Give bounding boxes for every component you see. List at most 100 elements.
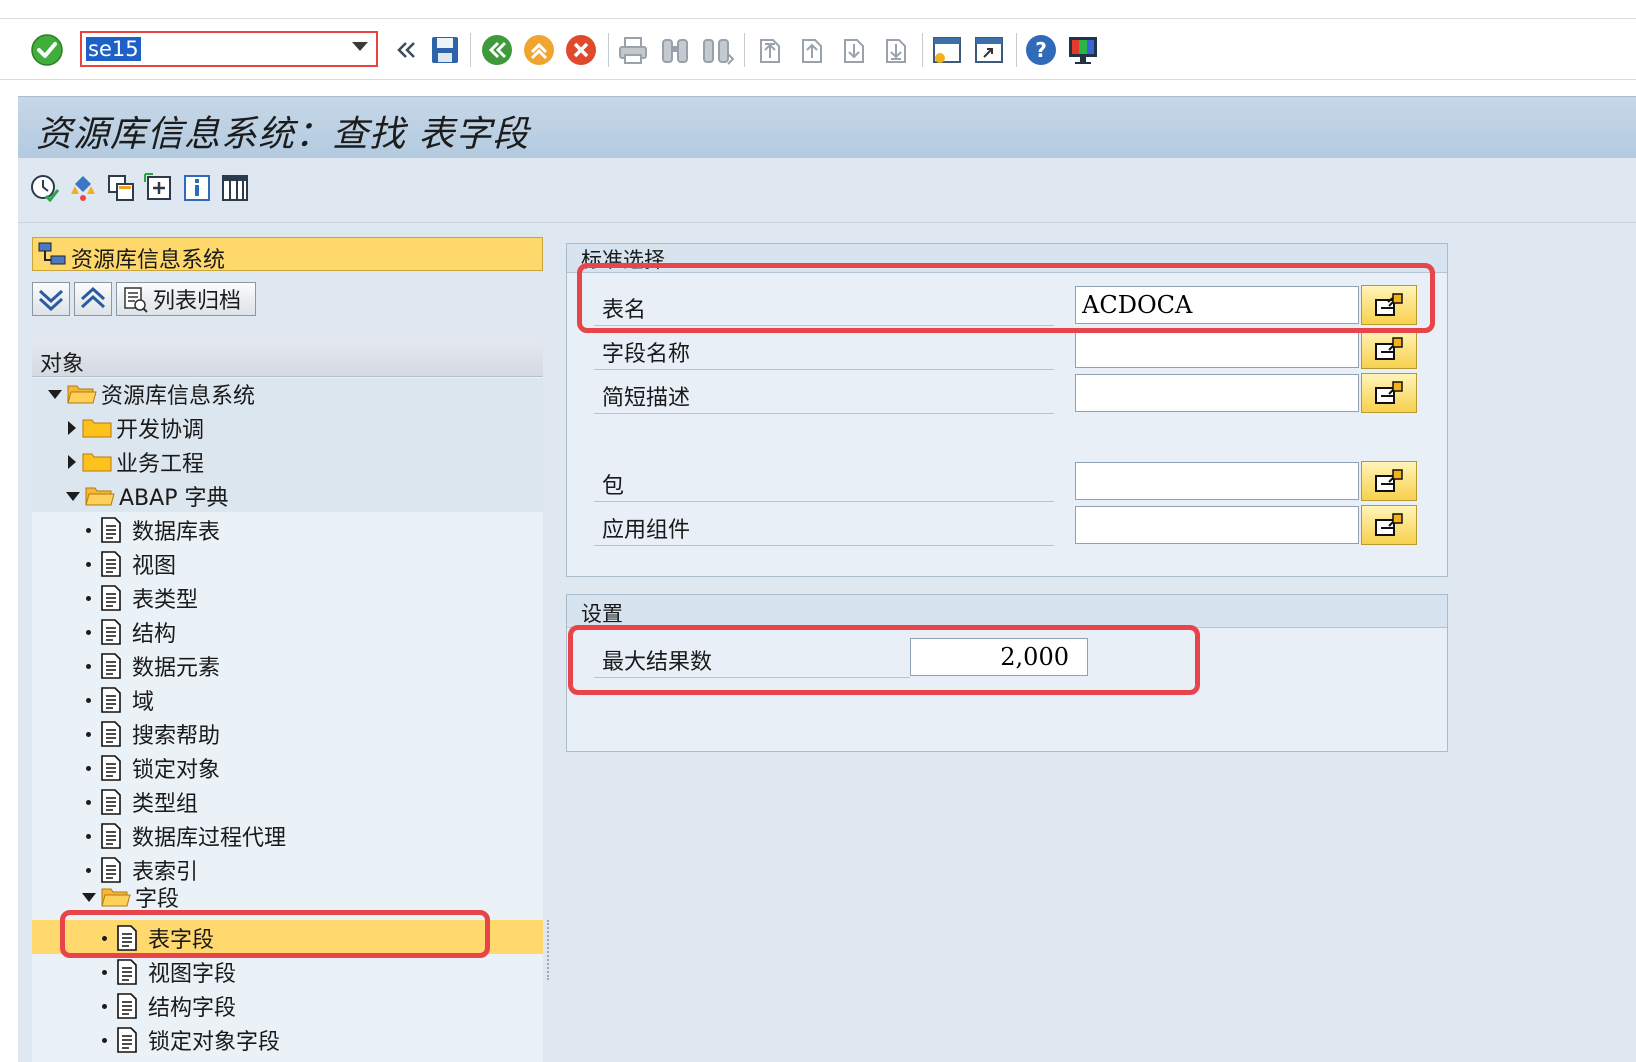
list-archive-label: 列表归档: [153, 289, 242, 314]
folder-icon: [82, 453, 112, 472]
command-field[interactable]: se15: [80, 31, 378, 67]
field-name-multiple-selection-button[interactable]: [1361, 329, 1417, 369]
enter-icon[interactable]: [30, 33, 64, 67]
customize-layout-icon[interactable]: [1066, 33, 1100, 67]
collapsed-triangle-icon[interactable]: [68, 455, 76, 469]
short-description-input[interactable]: [1075, 374, 1359, 412]
tree-node-fields[interactable]: 字段: [82, 884, 179, 910]
short-description-multiple-selection-button[interactable]: [1361, 373, 1417, 413]
tree-node-repository-info-system[interactable]: 资源库信息系统: [48, 378, 255, 410]
multiple-selection-icon: [1375, 381, 1403, 404]
collapse-command-icon[interactable]: [390, 33, 424, 67]
svg-text:?: ?: [1035, 38, 1047, 62]
command-field-value[interactable]: se15: [86, 37, 141, 61]
cancel-icon[interactable]: [564, 33, 598, 67]
new-session-icon[interactable]: [930, 33, 964, 67]
tree-node-domains[interactable]: 域: [86, 684, 154, 716]
tree-node-label: 字段: [135, 887, 180, 910]
package-multiple-selection-button[interactable]: [1361, 461, 1417, 501]
tree-node-db-procedure-proxies[interactable]: 数据库过程代理: [86, 820, 286, 852]
expand-all-button[interactable]: [32, 282, 70, 316]
tree-node-label: ABAP 字典: [119, 486, 229, 511]
collapse-all-button[interactable]: [74, 282, 112, 316]
document-icon: [101, 653, 121, 679]
add-entry-icon[interactable]: [142, 171, 176, 205]
tree-node-label: 搜索帮助: [132, 724, 221, 749]
save-icon[interactable]: [428, 33, 462, 67]
document-icon: [117, 1027, 137, 1053]
print-icon[interactable]: [616, 33, 650, 67]
package-input[interactable]: [1075, 462, 1359, 500]
tree-node-data-elements[interactable]: 数据元素: [86, 650, 220, 682]
highlight-table-name: [577, 263, 1435, 333]
expanded-triangle-icon[interactable]: [82, 892, 96, 902]
exit-icon[interactable]: [522, 33, 556, 67]
tree-node-development-coordination[interactable]: 开发协调: [68, 412, 204, 444]
tree-node-label: 结构字段: [148, 996, 237, 1021]
chevron-down-icon[interactable]: [352, 42, 368, 51]
shortcut-icon[interactable]: [972, 33, 1006, 67]
application-component-label: 应用组件: [594, 506, 1054, 546]
application-component-input[interactable]: [1075, 506, 1359, 544]
package-label: 包: [594, 462, 1054, 502]
first-page-icon[interactable]: [752, 33, 786, 67]
table-layout-icon[interactable]: [218, 171, 252, 205]
next-page-icon[interactable]: [836, 33, 870, 67]
document-icon: [101, 551, 121, 577]
tree-node-label: 资源库信息系统: [101, 384, 256, 409]
folder-open-icon: [67, 385, 97, 404]
tree-node-label: 视图字段: [148, 962, 237, 987]
tree-node-view-fields[interactable]: 视图字段: [102, 956, 236, 988]
help-icon[interactable]: ?: [1024, 33, 1058, 67]
tree-node-label: 视图: [132, 554, 177, 579]
navigation-header[interactable]: 资源库信息系统: [32, 237, 543, 273]
tree-node-type-groups[interactable]: 类型组: [86, 786, 198, 818]
document-icon: [101, 721, 121, 747]
tree-node-views[interactable]: 视图: [86, 548, 176, 580]
settings-title: 设置: [581, 602, 623, 626]
copy-icon[interactable]: [104, 171, 138, 205]
tree-node-table-indexes[interactable]: 表索引: [86, 854, 198, 886]
back-icon[interactable]: [480, 33, 514, 67]
object-tree-header: 对象: [32, 340, 543, 377]
document-icon: [101, 755, 121, 781]
tree-node-label: 数据库表: [132, 520, 221, 545]
list-archive-button[interactable]: 列表归档: [116, 282, 256, 316]
find-next-icon[interactable]: [700, 33, 734, 67]
execute-icon[interactable]: [28, 171, 62, 205]
document-icon: [101, 789, 121, 815]
last-page-icon[interactable]: [878, 33, 912, 67]
object-tree-header-label: 对象: [40, 352, 85, 377]
tree-node-label: 表类型: [132, 588, 199, 613]
collapsed-triangle-icon[interactable]: [68, 421, 76, 435]
tree-node-lock-objects[interactable]: 锁定对象: [86, 752, 220, 784]
tree-node-table-types[interactable]: 表类型: [86, 582, 198, 614]
page-title: 资源库信息系统：查找 表字段: [36, 114, 530, 155]
splitter-handle[interactable]: [547, 920, 555, 980]
tree-node-abap-dictionary[interactable]: ABAP 字典: [66, 480, 228, 512]
short-description-label: 简短描述: [594, 374, 1054, 414]
tree-node-business-engineering[interactable]: 业务工程: [68, 446, 204, 478]
tree-node-search-helps[interactable]: 搜索帮助: [86, 718, 220, 750]
folder-open-icon: [101, 888, 131, 907]
field-name-input[interactable]: [1075, 330, 1359, 368]
tree-node-structure-fields[interactable]: 结构字段: [102, 990, 236, 1022]
highlight-table-fields: [60, 910, 490, 958]
tree-node-label: 数据库过程代理: [132, 826, 287, 851]
find-icon[interactable]: [658, 33, 692, 67]
multiple-selection-icon: [1375, 469, 1403, 492]
info-icon[interactable]: [180, 171, 214, 205]
tree-node-lock-object-fields[interactable]: 锁定对象字段: [102, 1024, 280, 1056]
application-component-multiple-selection-button[interactable]: [1361, 505, 1417, 545]
title-bar: 资源库信息系统：查找 表字段: [18, 96, 1636, 159]
where-used-icon[interactable]: [66, 171, 100, 205]
previous-page-icon[interactable]: [794, 33, 828, 67]
tree-node-structures[interactable]: 结构: [86, 616, 176, 648]
expanded-triangle-icon[interactable]: [66, 491, 80, 501]
document-icon: [117, 993, 137, 1019]
tree-node-label: 数据元素: [132, 656, 221, 681]
system-toolbar: se15 ?: [0, 19, 1636, 80]
tree-node-database-tables[interactable]: 数据库表: [86, 514, 220, 546]
expanded-triangle-icon[interactable]: [48, 389, 62, 399]
document-icon: [101, 585, 121, 611]
